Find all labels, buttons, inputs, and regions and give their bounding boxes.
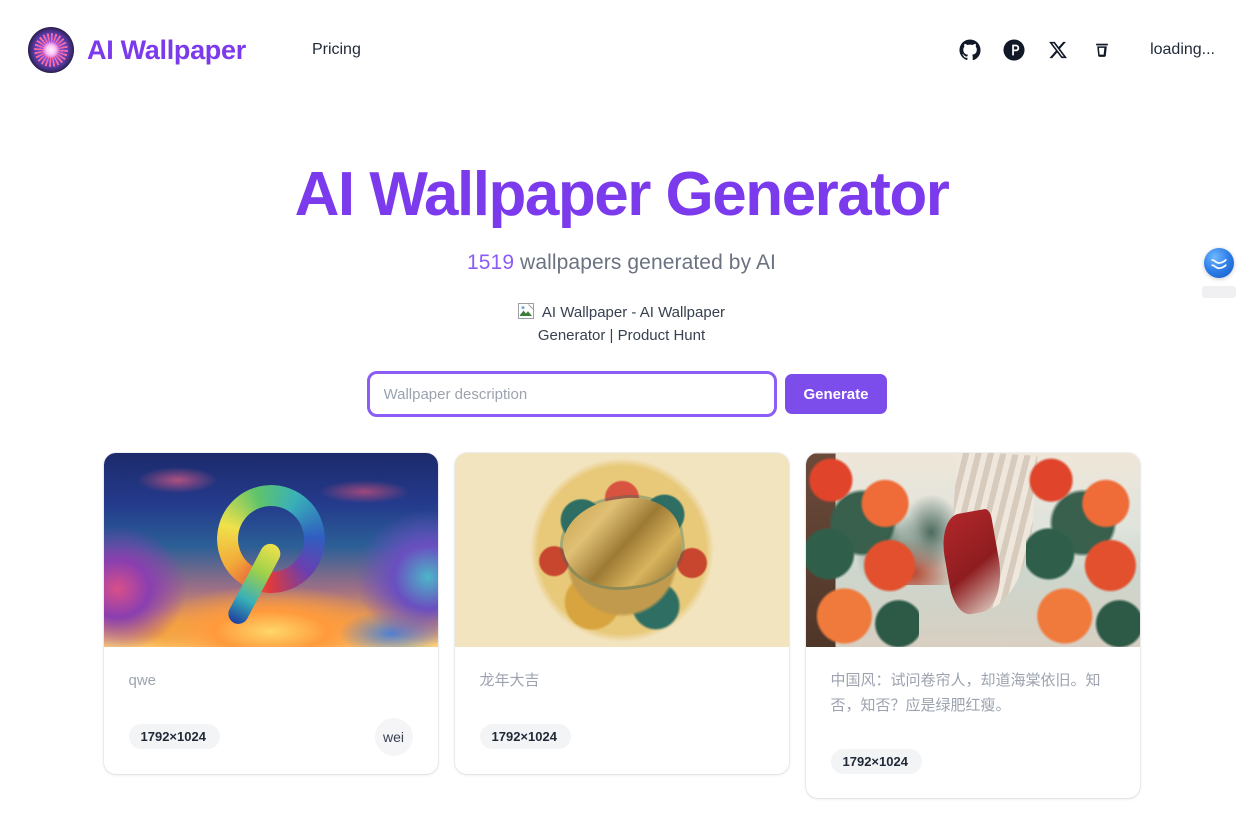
wallpaper-meta: 1792×1024 wei bbox=[128, 717, 413, 756]
wallpaper-title: 龙年大吉 bbox=[479, 672, 540, 690]
wallpaper-thumbnail[interactable] bbox=[805, 453, 1140, 648]
loading-status: loading... bbox=[1150, 41, 1215, 58]
wallpaper-gallery: qwe 1792×1024 wei 龙年大吉 1792×1024 中国风：试问卷… bbox=[103, 453, 1140, 799]
x-twitter-icon[interactable] bbox=[1046, 38, 1070, 62]
product-hunt-badge[interactable]: AI Wallpaper - AI Wallpaper Generator | … bbox=[494, 301, 750, 348]
wallpaper-card[interactable]: 龙年大吉 1792×1024 bbox=[454, 453, 789, 774]
wallpaper-search-row: Generate bbox=[366, 371, 887, 418]
wallpaper-meta: 1792×1024 bbox=[830, 748, 1115, 774]
wallpaper-title: 中国风：试问卷帘人，却道海棠依旧。知否，知否？应是绿肥红瘦。 bbox=[830, 672, 1101, 714]
wallpaper-card[interactable]: 中国风：试问卷帘人，却道海棠依旧。知否，知否？应是绿肥红瘦。 1792×1024 bbox=[805, 453, 1140, 799]
buy-me-a-coffee-icon[interactable] bbox=[1090, 38, 1114, 62]
brand-name: AI Wallpaper bbox=[87, 34, 246, 65]
wallpaper-meta: 1792×1024 bbox=[479, 724, 764, 750]
wallpaper-description-input[interactable] bbox=[366, 371, 778, 418]
wallpaper-card[interactable]: qwe 1792×1024 wei bbox=[103, 453, 438, 774]
author-badge bbox=[726, 718, 764, 756]
wallpaper-card-body: qwe 1792×1024 wei bbox=[104, 647, 438, 773]
author-badge bbox=[1077, 742, 1115, 780]
widget-stub bbox=[1202, 286, 1236, 298]
wallpaper-card-body: 龙年大吉 1792×1024 bbox=[455, 647, 789, 773]
swirl-ring-shape bbox=[202, 470, 339, 607]
wallpaper-count: 1519 bbox=[467, 250, 515, 274]
wallpaper-art-flowers bbox=[805, 453, 1140, 648]
brand-home-link[interactable]: AI Wallpaper bbox=[28, 27, 246, 73]
product-hunt-icon[interactable] bbox=[1002, 38, 1026, 62]
author-badge: wei bbox=[374, 717, 413, 756]
wallpaper-card-body: 中国风：试问卷帘人，却道海棠依旧。知否，知否？应是绿肥红瘦。 1792×1024 bbox=[806, 647, 1140, 798]
hero-section: AI Wallpaper Generator 1519 wallpapers g… bbox=[0, 100, 1243, 418]
page-title: AI Wallpaper Generator bbox=[294, 160, 950, 229]
art-roses-right-shape bbox=[1025, 453, 1140, 648]
wallpaper-art-swirl bbox=[103, 453, 438, 648]
art-roses-left-shape bbox=[805, 453, 920, 648]
nav-item-pricing[interactable]: Pricing bbox=[310, 35, 363, 65]
primary-nav: Pricing bbox=[310, 35, 363, 65]
resolution-badge: 1792×1024 bbox=[128, 724, 220, 750]
wallpaper-title: qwe bbox=[128, 672, 157, 690]
header-actions: loading... bbox=[958, 38, 1215, 62]
chat-widget-icon[interactable] bbox=[1204, 248, 1234, 278]
github-icon[interactable] bbox=[958, 38, 982, 62]
wallpaper-count-line: 1519 wallpapers generated by AI bbox=[0, 251, 1243, 275]
search-input-wrapper bbox=[366, 371, 778, 418]
wallpaper-count-suffix: wallpapers generated by AI bbox=[514, 250, 776, 274]
product-hunt-badge-alt: AI Wallpaper - AI Wallpaper Generator | … bbox=[537, 303, 726, 345]
broken-image-icon bbox=[517, 302, 534, 319]
wallpaper-thumbnail[interactable] bbox=[454, 453, 789, 648]
wallpaper-art-dragon bbox=[454, 453, 789, 648]
generate-button[interactable]: Generate bbox=[785, 374, 887, 415]
site-header: AI Wallpaper Pricing loading... bbox=[0, 0, 1243, 100]
chat-widget-launcher[interactable] bbox=[1195, 248, 1243, 298]
resolution-badge: 1792×1024 bbox=[830, 748, 922, 774]
wallpaper-thumbnail[interactable] bbox=[103, 453, 438, 648]
ai-wallpaper-logo-icon bbox=[28, 27, 74, 73]
resolution-badge: 1792×1024 bbox=[479, 724, 571, 750]
